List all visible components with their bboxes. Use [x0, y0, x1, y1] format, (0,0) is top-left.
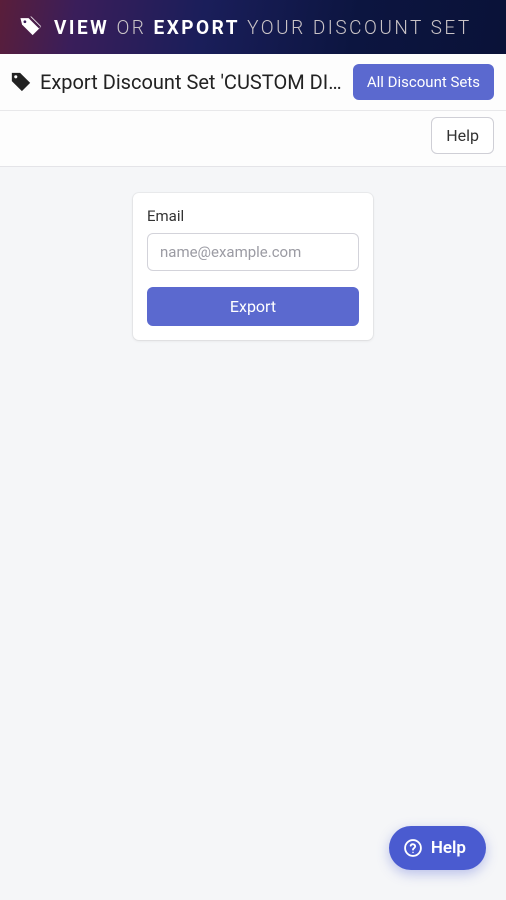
help-button[interactable]: Help [431, 117, 494, 154]
export-button[interactable]: Export [147, 287, 359, 326]
banner-text: VIEW OR EXPORT YOUR DISCOUNT SET [54, 16, 472, 39]
banner-word-view: VIEW [54, 16, 109, 39]
export-card: Email Export [133, 193, 373, 340]
tags-icon [18, 14, 44, 40]
help-fab[interactable]: Help [389, 826, 486, 870]
banner-word-export: EXPORT [154, 16, 241, 39]
banner-word-tail: YOUR DISCOUNT SET [247, 16, 472, 39]
title-bar: Export Discount Set 'CUSTOM DISCOUNT SET… [0, 54, 506, 111]
main-content: Email Export [0, 167, 506, 366]
banner-word-or: OR [116, 16, 146, 39]
all-discount-sets-button[interactable]: All Discount Sets [353, 64, 494, 100]
email-field[interactable] [147, 233, 359, 271]
help-fab-label: Help [431, 838, 466, 858]
tag-icon [10, 71, 32, 93]
page-title: Export Discount Set 'CUSTOM DISCOUNT SET… [40, 70, 345, 94]
promo-banner: VIEW OR EXPORT YOUR DISCOUNT SET [0, 0, 506, 54]
help-toolbar: Help [0, 111, 506, 167]
email-label: Email [147, 207, 359, 225]
help-circle-icon [403, 838, 423, 858]
